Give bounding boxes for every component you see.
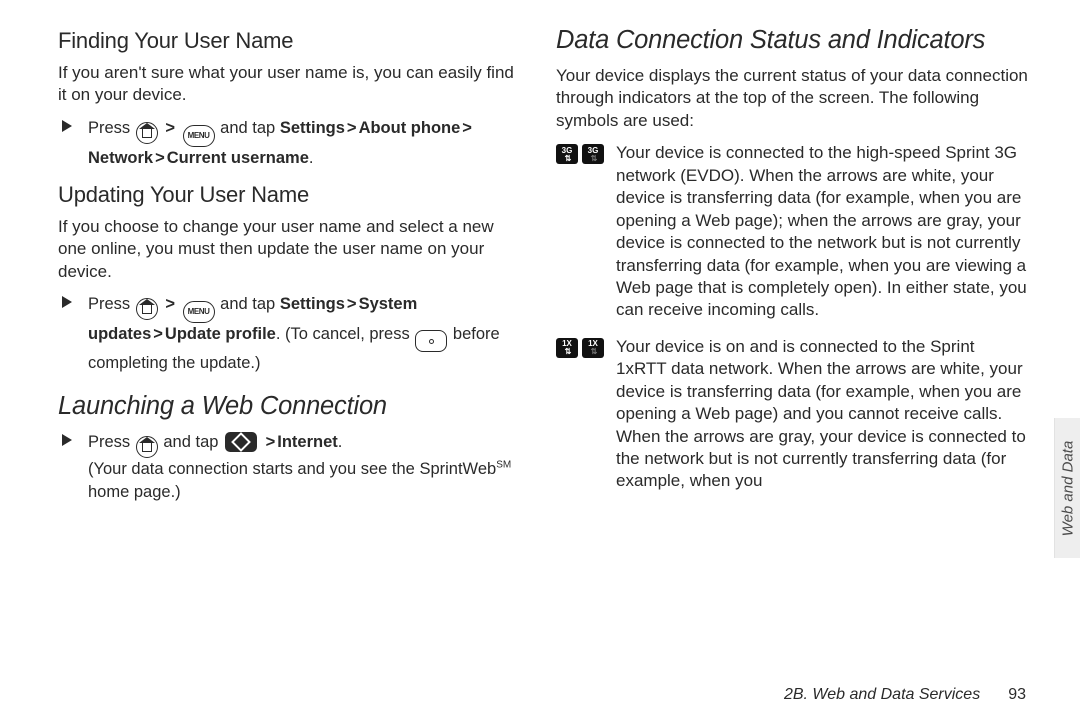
- step-updating: Press > MENU and tap Settings>System upd…: [62, 293, 518, 376]
- step-finding-body: Press > MENU and tap Settings>About phon…: [88, 117, 518, 170]
- heading-data-connection: Data Connection Status and Indicators: [556, 26, 1028, 55]
- page-number: 93: [1008, 686, 1026, 704]
- indicator-3g-icon: 3G⇅: [556, 144, 578, 164]
- service-mark: SM: [496, 459, 511, 470]
- home-key-icon: [136, 298, 158, 320]
- indicator-1x-text: Your device is on and is connected to th…: [616, 336, 1028, 493]
- menu-key-icon: MENU: [183, 301, 215, 323]
- arrows-icon: ⇅: [565, 348, 570, 356]
- bullet-icon: [62, 431, 88, 505]
- page-footer: 2B. Web and Data Services 93: [784, 686, 1026, 704]
- apps-key-icon: [225, 432, 257, 452]
- path-current-username: Current username: [167, 149, 309, 167]
- home-key-icon: [136, 436, 158, 458]
- para-data-connection-intro: Your device displays the current status …: [556, 65, 1028, 132]
- text: (Your data connection starts and you see…: [88, 460, 496, 478]
- step-updating-body: Press > MENU and tap Settings>System upd…: [88, 293, 518, 376]
- indicator-3g-text: Your device is connected to the high-spe…: [616, 142, 1028, 322]
- side-tab-label: Web and Data: [1059, 440, 1076, 536]
- chevron-icon: >: [345, 295, 359, 313]
- menu-key-icon: MENU: [183, 125, 215, 147]
- chevron-icon: >: [163, 119, 177, 137]
- two-column-layout: Finding Your User Name If you aren't sur…: [58, 26, 1028, 517]
- text: . (To cancel, press: [276, 325, 410, 343]
- path-settings: Settings: [280, 295, 345, 313]
- bullet-icon: [62, 293, 88, 376]
- para-finding-username: If you aren't sure what your user name i…: [58, 62, 518, 107]
- back-key-icon: [415, 330, 447, 352]
- path-network: Network: [88, 149, 153, 167]
- indicator-1x-row: 1X⇅ 1X⇅ Your device is on and is connect…: [556, 336, 1028, 493]
- step-finding: Press > MENU and tap Settings>About phon…: [62, 117, 518, 170]
- indicator-1x-icon: 1X⇅: [582, 338, 604, 358]
- path-update-profile: Update profile: [165, 325, 276, 343]
- path-internet: Internet: [277, 433, 338, 451]
- indicator-3g-row: 3G⇅ 3G⇅ Your device is connected to the …: [556, 142, 1028, 322]
- indicator-1x-icons: 1X⇅ 1X⇅: [556, 336, 608, 493]
- text: Press: [88, 433, 130, 451]
- chevron-icon: >: [264, 433, 278, 451]
- text: and tap: [163, 433, 218, 451]
- home-key-icon: [136, 122, 158, 144]
- text: and tap: [220, 295, 275, 313]
- indicator-1x-icon: 1X⇅: [556, 338, 578, 358]
- side-thumb-tab: Web and Data: [1054, 418, 1080, 558]
- chevron-icon: >: [153, 149, 167, 167]
- arrows-icon: ⇅: [591, 348, 596, 356]
- chevron-icon: >: [345, 119, 359, 137]
- text: home page.): [88, 483, 181, 501]
- chevron-icon: >: [163, 295, 177, 313]
- heading-finding-username: Finding Your User Name: [58, 28, 518, 54]
- footer-section: 2B. Web and Data Services: [784, 686, 980, 704]
- heading-launching-web: Launching a Web Connection: [58, 392, 518, 421]
- bullet-icon: [62, 117, 88, 170]
- arrows-icon: ⇅: [591, 155, 596, 163]
- text: Press: [88, 119, 130, 137]
- text: Press: [88, 295, 130, 313]
- step-launch-body: Press and tap >Internet. (Your data conn…: [88, 431, 518, 505]
- text: and tap: [220, 119, 275, 137]
- right-column: Data Connection Status and Indicators Yo…: [556, 26, 1028, 517]
- manual-page: Finding Your User Name If you aren't sur…: [0, 0, 1080, 720]
- indicator-3g-icons: 3G⇅ 3G⇅: [556, 142, 608, 322]
- chevron-icon: >: [460, 119, 474, 137]
- path-settings: Settings: [280, 119, 345, 137]
- chevron-icon: >: [151, 325, 165, 343]
- para-updating-username: If you choose to change your user name a…: [58, 216, 518, 283]
- path-about-phone: About phone: [359, 119, 461, 137]
- left-column: Finding Your User Name If you aren't sur…: [58, 26, 518, 517]
- arrows-icon: ⇅: [565, 155, 570, 163]
- heading-updating-username: Updating Your User Name: [58, 182, 518, 208]
- step-launch: Press and tap >Internet. (Your data conn…: [62, 431, 518, 505]
- indicator-3g-icon: 3G⇅: [582, 144, 604, 164]
